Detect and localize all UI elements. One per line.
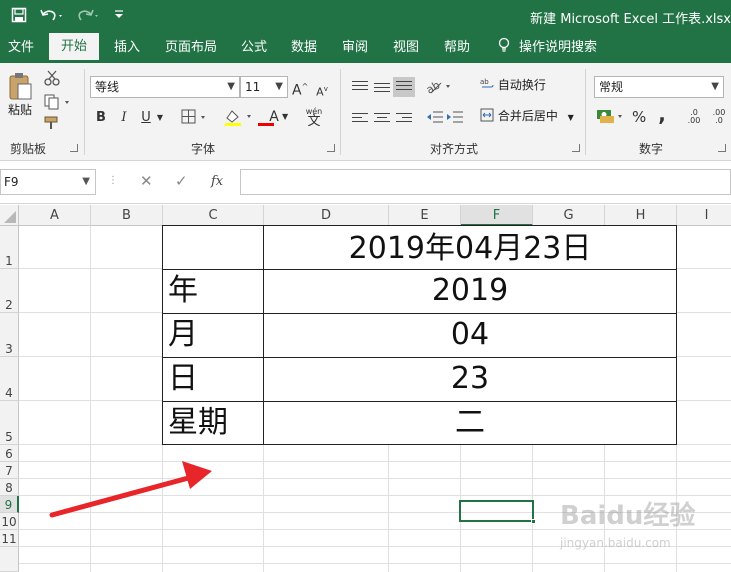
comma-style-button[interactable]: , [655, 104, 669, 124]
shrink-font-label: A [316, 85, 324, 99]
arrow-head [182, 461, 212, 489]
accounting-format-icon[interactable] [596, 107, 626, 132]
cut-icon[interactable] [42, 69, 62, 94]
number-dialog-launcher[interactable] [718, 144, 726, 152]
bold-button[interactable]: B [94, 108, 108, 128]
ribbon-tabs: 文件 开始 插入 页面布局 公式 数据 审阅 视图 帮助 操作说明搜索 [0, 33, 731, 63]
baidu-watermark: Baidu经验 jingyan.baidu.com [560, 495, 720, 555]
wrap-text-button[interactable]: ab 自动换行 [480, 75, 546, 95]
insert-function-button[interactable]: fx [211, 174, 223, 189]
align-middle-icon[interactable] [374, 83, 390, 97]
clipboard-group-label: 剪贴板 [10, 142, 47, 156]
tab-review[interactable]: 审阅 [340, 33, 370, 63]
shrink-font-button[interactable]: Av [315, 79, 329, 103]
watermark-logo-text: Baidu经验 [560, 501, 696, 531]
orientation-icon[interactable]: ab [424, 77, 453, 102]
undo-icon[interactable] [38, 7, 66, 25]
tab-help[interactable]: 帮助 [442, 33, 472, 63]
paste-button[interactable]: 粘贴 [4, 69, 36, 125]
borders-icon[interactable] [180, 109, 210, 132]
alignment-dialog-launcher[interactable] [572, 144, 580, 152]
font-group-label: 字体 [191, 142, 216, 156]
title-bar: 新建 Microsoft Excel 工作表.xlsx [0, 0, 731, 33]
increase-indent-icon[interactable] [446, 109, 464, 132]
tab-home[interactable]: 开始 [49, 33, 100, 63]
font-color-button[interactable]: A ▼ [256, 107, 292, 128]
name-box-value: F9 [4, 175, 19, 189]
cancel-icon[interactable]: ✕ [140, 172, 153, 190]
arrow-shaft [49, 474, 195, 518]
font-dialog-launcher[interactable] [327, 144, 335, 152]
chevron-down-icon: ▼ [711, 81, 719, 92]
merge-center-button[interactable]: 合并后居中 ▼ [480, 106, 574, 128]
merge-center-icon [480, 108, 494, 122]
svg-text:ab: ab [480, 78, 489, 86]
italic-button[interactable]: I [117, 108, 131, 128]
alignment-group-label: 对齐方式 [430, 142, 479, 156]
wrap-text-icon: ab [480, 77, 494, 91]
group-separator [340, 69, 341, 155]
tab-data[interactable]: 数据 [289, 33, 319, 63]
redo-icon[interactable] [74, 7, 102, 25]
chevron-down-icon[interactable]: ▼ [155, 108, 165, 128]
font-name-value: 等线 [95, 80, 120, 94]
phonetic-guide-button[interactable]: wén 文 [300, 107, 328, 128]
tell-me-search[interactable]: 操作说明搜索 [497, 33, 597, 63]
align-left-icon[interactable] [352, 113, 368, 127]
wrap-text-label: 自动换行 [497, 78, 546, 92]
tell-me-label: 操作说明搜索 [519, 40, 598, 55]
percent-button[interactable]: % [632, 107, 646, 127]
name-box[interactable]: F9 ▼ [0, 169, 96, 195]
grow-font-button[interactable]: A^ [292, 77, 308, 101]
watermark-url: jingyan.baidu.com [560, 536, 671, 550]
group-separator [585, 69, 586, 155]
align-center-icon[interactable] [374, 113, 390, 127]
svg-text:ab: ab [425, 78, 442, 95]
window-title: 新建 Microsoft Excel 工作表.xlsx [530, 12, 731, 27]
clipboard-icon [7, 71, 33, 101]
align-top-icon[interactable] [352, 81, 368, 95]
chevron-down-icon: ▼ [275, 81, 283, 92]
formula-input[interactable] [240, 169, 731, 195]
font-size-value: 11 [245, 80, 261, 94]
number-format-value: 常规 [599, 80, 624, 94]
save-icon[interactable] [10, 7, 28, 25]
formula-bar: F9 ▼ ⋮ ✕ ✓ fx [0, 162, 731, 204]
tab-view[interactable]: 视图 [391, 33, 421, 63]
align-bottom-icon[interactable] [393, 77, 415, 97]
active-cell-f9[interactable] [459, 500, 536, 524]
tab-file[interactable]: 文件 [6, 33, 36, 63]
ribbon: 粘贴 剪贴板 等线 ▼ 11 ▼ A^ Av B I U ▼ A ▼ wén 文 … [0, 63, 731, 161]
lightbulb-icon [497, 35, 511, 52]
clipboard-dialog-launcher[interactable] [70, 144, 78, 152]
chevron-down-icon: ▼ [82, 176, 90, 187]
tab-formulas[interactable]: 公式 [239, 33, 269, 63]
merge-center-label: 合并后居中 [497, 109, 558, 123]
number-group-label: 数字 [639, 142, 664, 156]
decrease-indent-icon[interactable] [426, 109, 444, 132]
group-separator [84, 69, 85, 155]
align-right-icon[interactable] [396, 113, 412, 127]
grow-font-label: A [292, 82, 302, 99]
customize-icon[interactable] [110, 7, 128, 25]
increase-decimal-button[interactable]: .0.00 [683, 109, 705, 125]
chevron-down-icon: ▼ [227, 81, 235, 92]
worksheet-grid[interactable]: A B C D E F G H I 1 2 3 4 5 6 7 8 9 10 1… [0, 205, 731, 572]
font-size-select[interactable]: 11 ▼ [240, 76, 288, 98]
format-painter-icon[interactable] [42, 115, 62, 138]
tab-insert[interactable]: 插入 [112, 33, 142, 63]
fill-handle[interactable] [531, 519, 536, 524]
number-format-select[interactable]: 常规 ▼ [594, 76, 724, 98]
fill-color-icon[interactable] [222, 108, 258, 133]
font-name-select[interactable]: 等线 ▼ [90, 76, 240, 98]
paste-label: 粘贴 [7, 103, 32, 117]
enter-icon[interactable]: ✓ [175, 172, 188, 190]
formula-bar-grip: ⋮ [108, 175, 118, 186]
tab-page-layout[interactable]: 页面布局 [163, 33, 219, 63]
decrease-decimal-button[interactable]: .00.0 [708, 109, 730, 125]
underline-button[interactable]: U [139, 108, 153, 128]
